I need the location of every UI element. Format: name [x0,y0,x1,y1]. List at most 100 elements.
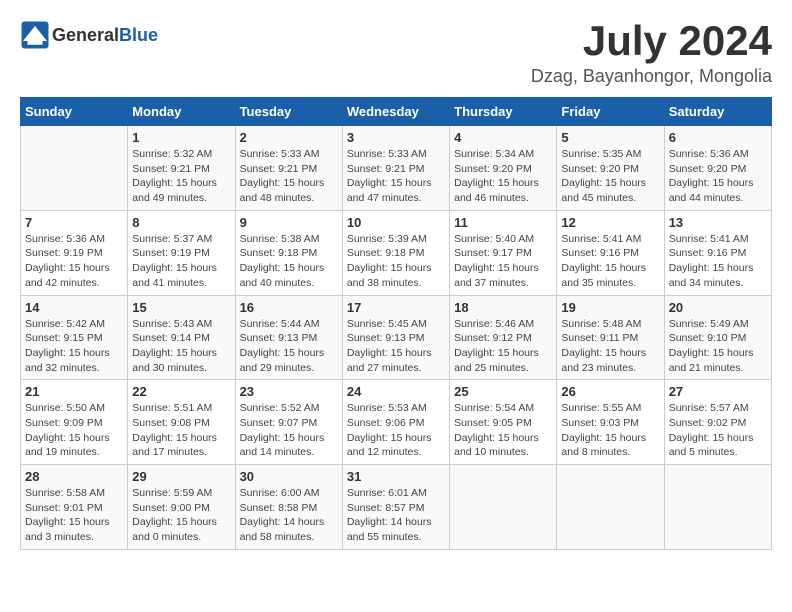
day-info: Sunrise: 5:34 AM Sunset: 9:20 PM Dayligh… [454,147,552,206]
location-title: Dzag, Bayanhongor, Mongolia [531,66,772,87]
day-info: Sunrise: 5:39 AM Sunset: 9:18 PM Dayligh… [347,232,445,291]
calendar-week-row: 28Sunrise: 5:58 AM Sunset: 9:01 PM Dayli… [21,465,772,550]
title-area: July 2024 Dzag, Bayanhongor, Mongolia [531,20,772,87]
calendar-cell: 26Sunrise: 5:55 AM Sunset: 9:03 PM Dayli… [557,380,664,465]
calendar-cell: 19 Sunrise: 5:48 AM Sunset: 9:11 PM Dayli… [557,295,664,380]
weekday-header: Sunday [21,98,128,126]
calendar-cell [557,465,664,550]
weekday-header: Monday [128,98,235,126]
day-number: 8 [132,215,230,230]
logo-blue: Blue [119,25,158,46]
calendar-cell: 1Sunrise: 5:32 AM Sunset: 9:21 PM Daylig… [128,126,235,211]
logo-general: General [52,25,119,46]
day-number: 16 [240,300,338,315]
day-number: 17 [347,300,445,315]
day-info: Sunrise: 5:48 AM Sunset: 9:11 PM Dayligh… [561,317,659,376]
calendar-cell: 5Sunrise: 5:35 AM Sunset: 9:20 PM Daylig… [557,126,664,211]
calendar-week-row: 14Sunrise: 5:42 AM Sunset: 9:15 PM Dayli… [21,295,772,380]
day-info: Sunrise: 5:33 AM Sunset: 9:21 PM Dayligh… [347,147,445,206]
calendar-cell: 6Sunrise: 5:36 AM Sunset: 9:20 PM Daylig… [664,126,771,211]
day-info: Sunrise: 5:42 AM Sunset: 9:15 PM Dayligh… [25,317,123,376]
weekday-header: Thursday [450,98,557,126]
calendar-cell: 28Sunrise: 5:58 AM Sunset: 9:01 PM Dayli… [21,465,128,550]
day-number: 15 [132,300,230,315]
calendar-cell: 31 Sunrise: 6:01 AM Sunset: 8:57 PM Dayli… [342,465,449,550]
day-info: Sunrise: 5:44 AM Sunset: 9:13 PM Dayligh… [240,317,338,376]
day-number: 24 [347,384,445,399]
day-info: Sunrise: 5:49 AM Sunset: 9:10 PM Dayligh… [669,317,767,376]
day-info: Sunrise: 5:43 AM Sunset: 9:14 PM Dayligh… [132,317,230,376]
logo: GeneralBlue [20,20,158,50]
weekday-header: Tuesday [235,98,342,126]
day-number: 19 [561,300,659,315]
weekday-header: Saturday [664,98,771,126]
day-number: 11 [454,215,552,230]
calendar-cell: 23 Sunrise: 5:52 AM Sunset: 9:07 PM Dayli… [235,380,342,465]
logo-text: GeneralBlue [52,25,158,46]
calendar-cell: 21Sunrise: 5:50 AM Sunset: 9:09 PM Dayli… [21,380,128,465]
day-number: 18 [454,300,552,315]
day-info: Sunrise: 5:41 AM Sunset: 9:16 PM Dayligh… [669,232,767,291]
day-number: 7 [25,215,123,230]
day-number: 31 [347,469,445,484]
day-number: 29 [132,469,230,484]
calendar-cell: 4Sunrise: 5:34 AM Sunset: 9:20 PM Daylig… [450,126,557,211]
day-info: Sunrise: 5:54 AM Sunset: 9:05 PM Dayligh… [454,401,552,460]
day-info: Sunrise: 5:41 AM Sunset: 9:16 PM Dayligh… [561,232,659,291]
calendar-cell: 24 Sunrise: 5:53 AM Sunset: 9:06 PM Dayli… [342,380,449,465]
day-number: 9 [240,215,338,230]
day-info: Sunrise: 5:37 AM Sunset: 9:19 PM Dayligh… [132,232,230,291]
day-info: Sunrise: 5:55 AM Sunset: 9:03 PM Dayligh… [561,401,659,460]
day-info: Sunrise: 6:01 AM Sunset: 8:57 PM Dayligh… [347,486,445,545]
calendar-cell: 22 Sunrise: 5:51 AM Sunset: 9:08 PM Dayli… [128,380,235,465]
day-info: Sunrise: 5:58 AM Sunset: 9:01 PM Dayligh… [25,486,123,545]
weekday-row: SundayMondayTuesdayWednesdayThursdayFrid… [21,98,772,126]
calendar-cell [664,465,771,550]
calendar-week-row: 1Sunrise: 5:32 AM Sunset: 9:21 PM Daylig… [21,126,772,211]
calendar-cell: 25 Sunrise: 5:54 AM Sunset: 9:05 PM Dayli… [450,380,557,465]
day-number: 23 [240,384,338,399]
day-info: Sunrise: 5:33 AM Sunset: 9:21 PM Dayligh… [240,147,338,206]
calendar-cell: 14Sunrise: 5:42 AM Sunset: 9:15 PM Dayli… [21,295,128,380]
weekday-header: Friday [557,98,664,126]
calendar-cell: 9 Sunrise: 5:38 AM Sunset: 9:18 PM Daylig… [235,210,342,295]
day-info: Sunrise: 5:38 AM Sunset: 9:18 PM Dayligh… [240,232,338,291]
calendar-cell: 10 Sunrise: 5:39 AM Sunset: 9:18 PM Dayli… [342,210,449,295]
day-info: Sunrise: 5:53 AM Sunset: 9:06 PM Dayligh… [347,401,445,460]
day-number: 12 [561,215,659,230]
calendar-cell: 17Sunrise: 5:45 AM Sunset: 9:13 PM Dayli… [342,295,449,380]
calendar-cell: 7 Sunrise: 5:36 AM Sunset: 9:19 PM Daylig… [21,210,128,295]
calendar-table: SundayMondayTuesdayWednesdayThursdayFrid… [20,97,772,550]
calendar-cell [450,465,557,550]
calendar-body: 1Sunrise: 5:32 AM Sunset: 9:21 PM Daylig… [21,126,772,550]
weekday-header: Wednesday [342,98,449,126]
day-number: 25 [454,384,552,399]
day-number: 10 [347,215,445,230]
calendar-cell: 11 Sunrise: 5:40 AM Sunset: 9:17 PM Dayli… [450,210,557,295]
calendar-cell: 12 Sunrise: 5:41 AM Sunset: 9:16 PM Dayli… [557,210,664,295]
day-info: Sunrise: 5:51 AM Sunset: 9:08 PM Dayligh… [132,401,230,460]
calendar-header: SundayMondayTuesdayWednesdayThursdayFrid… [21,98,772,126]
day-info: Sunrise: 5:52 AM Sunset: 9:07 PM Dayligh… [240,401,338,460]
calendar-cell: 13 Sunrise: 5:41 AM Sunset: 9:16 PM Dayli… [664,210,771,295]
month-title: July 2024 [531,20,772,62]
day-info: Sunrise: 5:36 AM Sunset: 9:19 PM Dayligh… [25,232,123,291]
day-number: 1 [132,130,230,145]
calendar-cell: 18Sunrise: 5:46 AM Sunset: 9:12 PM Dayli… [450,295,557,380]
day-info: Sunrise: 5:36 AM Sunset: 9:20 PM Dayligh… [669,147,767,206]
day-info: Sunrise: 6:00 AM Sunset: 8:58 PM Dayligh… [240,486,338,545]
day-number: 20 [669,300,767,315]
day-info: Sunrise: 5:57 AM Sunset: 9:02 PM Dayligh… [669,401,767,460]
day-number: 13 [669,215,767,230]
day-number: 22 [132,384,230,399]
calendar-cell: 2Sunrise: 5:33 AM Sunset: 9:21 PM Daylig… [235,126,342,211]
calendar-cell: 30 Sunrise: 6:00 AM Sunset: 8:58 PM Dayli… [235,465,342,550]
calendar-cell: 16 Sunrise: 5:44 AM Sunset: 9:13 PM Dayli… [235,295,342,380]
calendar-cell: 8 Sunrise: 5:37 AM Sunset: 9:19 PM Daylig… [128,210,235,295]
calendar-week-row: 7 Sunrise: 5:36 AM Sunset: 9:19 PM Daylig… [21,210,772,295]
day-number: 30 [240,469,338,484]
day-info: Sunrise: 5:40 AM Sunset: 9:17 PM Dayligh… [454,232,552,291]
header: GeneralBlue July 2024 Dzag, Bayanhongor,… [20,20,772,87]
calendar-cell: 29Sunrise: 5:59 AM Sunset: 9:00 PM Dayli… [128,465,235,550]
day-number: 21 [25,384,123,399]
